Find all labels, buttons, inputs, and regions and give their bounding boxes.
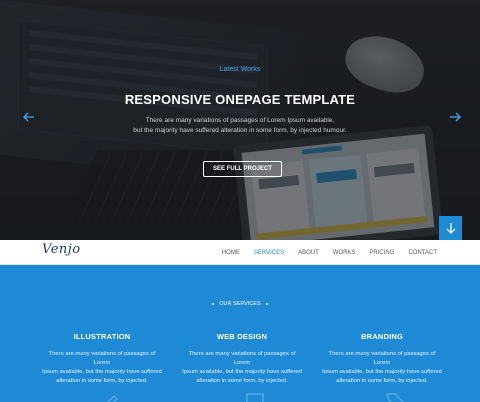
service-text-line: alteration in some form, by injected.	[336, 378, 428, 384]
service-text-line: Ipsum available, but the majority have s…	[42, 369, 162, 375]
service-title: WEB DESIGN	[216, 332, 268, 341]
service-card-branding: BRANDING There are many variations of pa…	[322, 332, 442, 386]
pen-icon	[106, 394, 119, 402]
nav-item-contact[interactable]: CONTACT	[408, 250, 437, 256]
nav-menu: HOME SERVICES ABOUT WORKS PRICING CONTAC…	[208, 240, 437, 265]
service-description: There are many variations of passages of…	[42, 350, 162, 386]
nav-item-about[interactable]: ABOUT	[298, 250, 319, 256]
service-text-line: There are many variations of passages of…	[188, 351, 296, 366]
hero-subtitle-line: There are many variations of passages of…	[145, 117, 335, 124]
service-card-illustration: ILLUSTRATION There are many variations o…	[42, 332, 162, 386]
services-section: OUR SERVICES ILLUSTRATION There are many…	[0, 266, 480, 402]
service-description: There are many variations of passages of…	[182, 350, 302, 386]
service-text-line: There are many variations of passages of…	[328, 351, 436, 366]
service-description: There are many variations of passages of…	[322, 350, 442, 386]
slider-prev-button[interactable]	[22, 110, 36, 124]
tag-icon	[385, 393, 405, 402]
dot-icon	[265, 302, 268, 305]
service-text-line: Ipsum available, but the majority have s…	[322, 369, 442, 375]
hero-title: RESPONSIVE ONEPAGE TEMPLATE	[124, 92, 356, 107]
service-text-line: Ipsum available, but the majority have s…	[182, 369, 302, 375]
hero-subtitle-line: but the majority have suffered alteratio…	[133, 127, 347, 134]
nav-item-pricing[interactable]: PRICING	[369, 250, 394, 256]
hero-section: Latest Works RESPONSIVE ONEPAGE TEMPLATE…	[0, 0, 480, 240]
slider-next-button[interactable]	[448, 110, 462, 124]
arrow-right-icon	[450, 112, 461, 122]
arrow-left-icon	[23, 112, 34, 122]
nav-item-home[interactable]: HOME	[222, 250, 240, 256]
layout-icon	[246, 393, 264, 402]
hero-kicker: Latest Works	[219, 66, 261, 73]
service-text-line: alteration in some form, by injected.	[56, 378, 148, 384]
section-label: OUR SERVICES	[0, 301, 480, 307]
service-text-line: alteration in some form, by injected.	[196, 378, 288, 384]
service-text-line: There are many variations of passages of…	[48, 351, 156, 366]
nav-item-works[interactable]: WORKS	[333, 250, 356, 256]
service-title: BRANDING	[360, 332, 403, 341]
scroll-down-button[interactable]	[439, 216, 462, 240]
dot-icon	[212, 302, 215, 305]
brand-logo[interactable]: Venjo	[42, 242, 81, 257]
service-card-web-design: WEB DESIGN There are many variations of …	[182, 332, 302, 386]
nav-item-services[interactable]: SERVICES	[254, 250, 284, 256]
main-navbar: Venjo HOME SERVICES ABOUT WORKS PRICING …	[0, 240, 480, 265]
service-title: ILLUSTRATION	[73, 332, 131, 341]
section-label-text: OUR SERVICES	[219, 301, 261, 307]
arrow-down-icon	[446, 223, 455, 234]
see-full-project-button[interactable]: SEE FULL PROJECT	[203, 161, 282, 177]
hero-subtitle: There are many variations of passages of…	[0, 116, 480, 136]
